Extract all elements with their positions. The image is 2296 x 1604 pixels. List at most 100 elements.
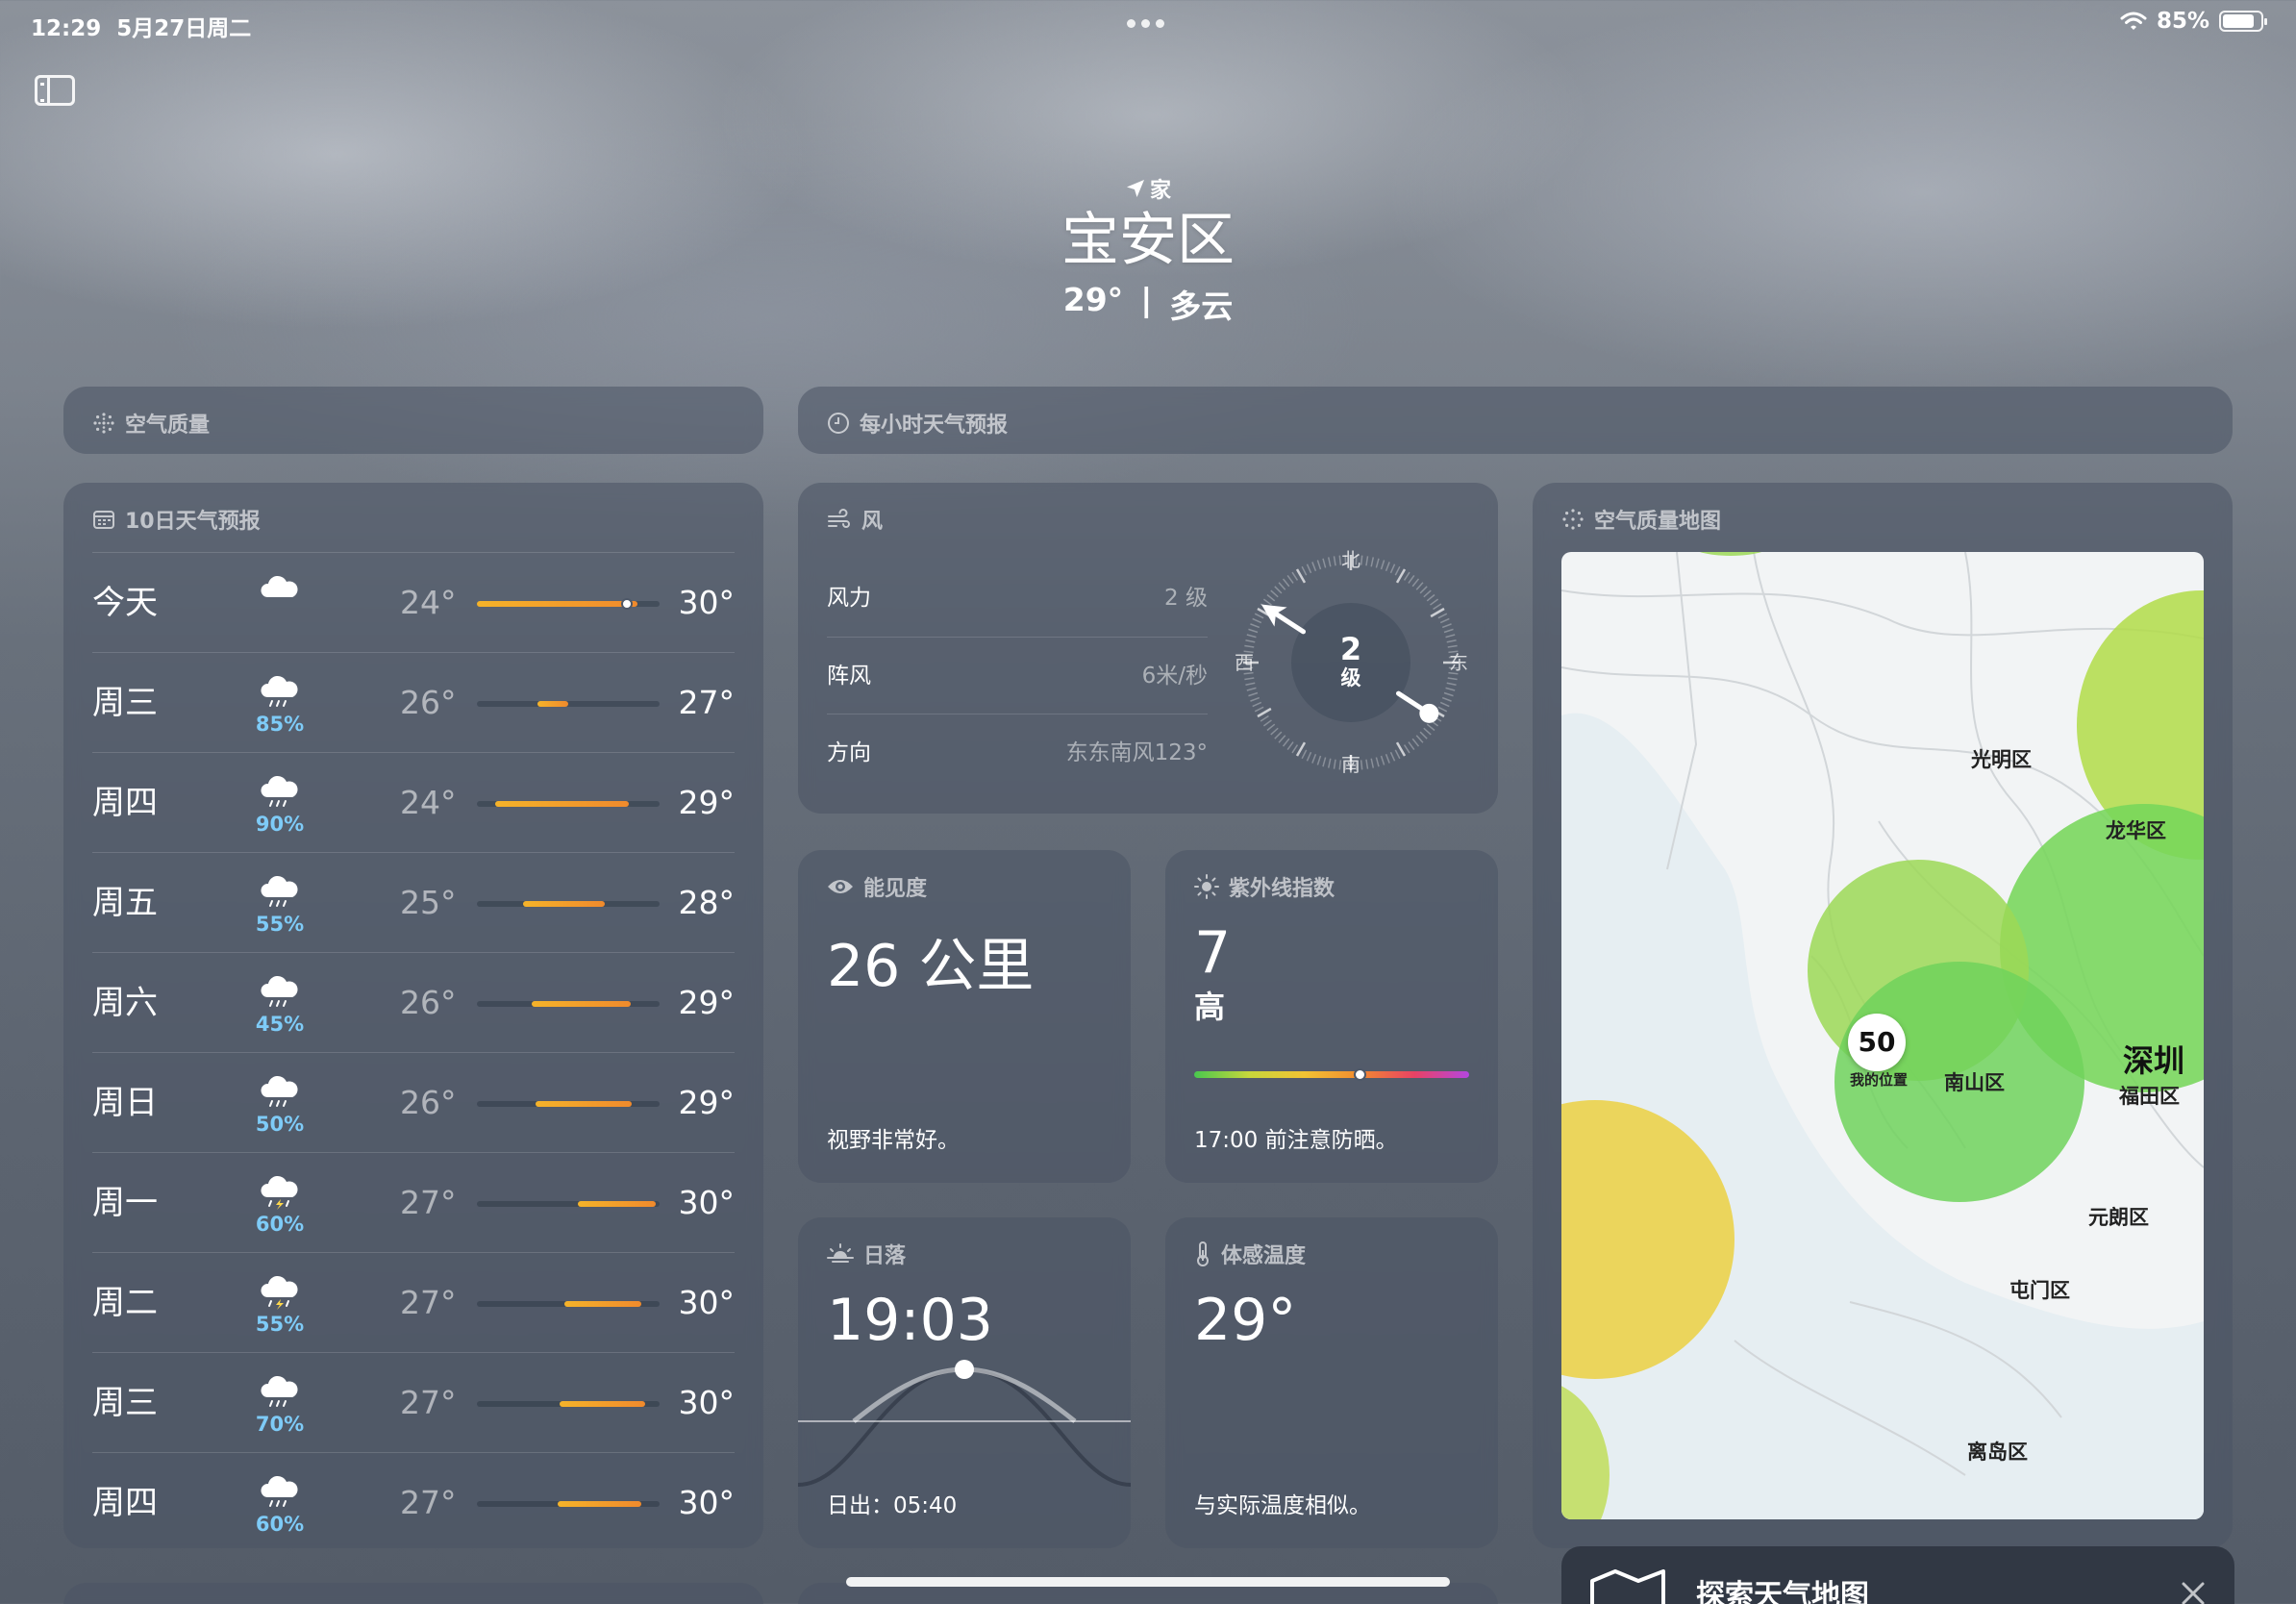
my-location-aqi-marker[interactable]: 50 — [1848, 1014, 1906, 1071]
precipitation-chance: 60% — [255, 1213, 305, 1236]
eye-icon — [828, 880, 853, 893]
day-low-temp: 27° — [400, 1384, 457, 1421]
day-name: 今天 — [92, 584, 158, 622]
current-temp-dot — [620, 598, 633, 610]
day-name: 周六 — [92, 984, 158, 1022]
cloud-rain-icon — [258, 774, 302, 807]
temp-range-bar — [477, 901, 660, 907]
visibility-card[interactable]: 能见度 26 公里 视野非常好。 — [798, 850, 1131, 1183]
ten-day-forecast-card[interactable]: 10日天气预报 今天 24° 30° 周三 85% 26° 27° 周四 90% 24° 29° 周五… — [63, 483, 763, 1548]
sunset-card[interactable]: 日落 19:03 日出：05:40 — [798, 1217, 1131, 1548]
city-name: 宝安区 — [1061, 207, 1235, 274]
day-row[interactable]: 周三 85% 26° 27° — [92, 652, 735, 752]
temp-range-fill — [495, 801, 629, 807]
day-high-temp: 29° — [678, 1084, 736, 1121]
day-high-temp: 30° — [678, 1184, 736, 1221]
temp-range-fill — [522, 901, 605, 907]
temp-range-bar — [477, 1201, 660, 1207]
map-icon — [1590, 1569, 1665, 1604]
sidebar-toggle-button[interactable] — [35, 75, 75, 106]
compass-east: 东 — [1449, 651, 1468, 674]
compass-unit: 级 — [1341, 666, 1361, 689]
hourly-header: 每小时天气预报 — [827, 408, 1008, 439]
sunrise-time: 日出：05:40 — [827, 1493, 958, 1518]
wind-row-direction: 方向 东东南风123° — [827, 714, 1208, 790]
temp-range-fill — [537, 701, 568, 707]
wind-card[interactable]: 风 风力 2 级 阵风 6米/秒 方向 东东南风123° 北 南 东 西 2 级 — [798, 483, 1498, 814]
air-quality-map-icon — [1562, 509, 1584, 530]
precipitation-chance: 70% — [255, 1413, 305, 1436]
air-quality-card[interactable]: 空气质量 — [63, 387, 763, 454]
precipitation-chance: 55% — [255, 1313, 305, 1336]
wind-compass: 北 南 东 西 2 级 — [1235, 548, 1468, 776]
day-row[interactable]: 周一 60% 27° 30° — [92, 1152, 735, 1252]
wind-icon — [828, 509, 850, 528]
wind-force-key: 风力 — [827, 586, 871, 611]
precipitation-chance: 45% — [255, 1013, 305, 1036]
day-row[interactable]: 今天 24° 30° — [92, 552, 735, 652]
hourly-title: 每小时天气预报 — [860, 414, 1009, 438]
sun-position-dot — [955, 1360, 974, 1379]
temp-range-bar — [477, 1401, 660, 1407]
map-label-nanshan: 南山区 — [1944, 1071, 2005, 1094]
day-row[interactable]: 周六 45% 26° 29° — [92, 952, 735, 1052]
current-temp: 29° — [1062, 281, 1124, 318]
day-name: 周一 — [92, 1184, 158, 1222]
wind-header: 风 — [827, 504, 883, 535]
day-low-temp: 24° — [400, 784, 457, 821]
home-indicator[interactable] — [846, 1577, 1450, 1587]
map-label-longhua: 龙华区 — [2106, 819, 2166, 842]
day-high-temp: 27° — [678, 684, 736, 721]
partial-card-left — [63, 1583, 763, 1604]
status-date: 5月27日周二 — [116, 16, 252, 41]
precipitation-chance: 50% — [255, 1113, 305, 1136]
uv-indicator — [1353, 1068, 1366, 1081]
feels-like-card[interactable]: 体感温度 29° 与实际温度相似。 — [1165, 1217, 1498, 1548]
location-label-row: 家 — [0, 173, 2296, 204]
map-label-futian: 福田区 — [2119, 1085, 2180, 1108]
status-time-date: 12:29 5月27日周二 — [31, 10, 251, 42]
temp-range-fill — [535, 1101, 633, 1107]
day-low-temp: 27° — [400, 1284, 457, 1321]
uv-header: 紫外线指数 — [1194, 871, 1335, 902]
battery-percent: 85% — [2156, 9, 2209, 34]
precipitation-chance: 55% — [255, 913, 305, 936]
map-label-islands: 离岛区 — [1967, 1441, 2028, 1464]
day-row[interactable]: 周三 70% 27° 30° — [92, 1352, 735, 1452]
day-row[interactable]: 周二 55% 27° 30° — [92, 1252, 735, 1352]
ten-day-header: 10日天气预报 — [92, 504, 261, 535]
day-row[interactable]: 周四 90% 24° 29° — [92, 752, 735, 852]
cloud-rain-icon — [258, 1074, 302, 1107]
day-name: 周日 — [92, 1084, 158, 1122]
day-row[interactable]: 周日 50% 26° 29° — [92, 1052, 735, 1152]
calendar-icon — [93, 511, 114, 529]
air-quality-icon — [93, 413, 114, 434]
aq-map[interactable]: 光明区 龙华区 南山区 元朗区 屯门区 离岛区 深圳 福田区 50 我的位置 — [1561, 552, 2204, 1519]
cloud-rain-icon — [258, 674, 302, 707]
status-right: 85% — [2120, 9, 2267, 34]
day-row[interactable]: 周四 60% 27° 30° — [92, 1452, 735, 1548]
uv-index-card[interactable]: 紫外线指数 7 高 17:00 前注意防晒。 — [1165, 850, 1498, 1183]
my-location-aqi: 50 — [1858, 1026, 1896, 1058]
compass-north: 北 — [1341, 548, 1360, 571]
current-conditions: 29° | 多云 — [0, 281, 2296, 327]
day-row[interactable]: 周五 55% 25° 28° — [92, 852, 735, 952]
day-high-temp: 30° — [678, 584, 736, 621]
day-low-temp: 25° — [400, 884, 457, 921]
compass-south: 南 — [1341, 753, 1360, 776]
cloud-bolt-rain-icon — [258, 1174, 302, 1210]
explore-weather-map-banner[interactable]: 探索天气地图 — [1561, 1546, 2234, 1604]
aq-map-header: 空气质量地图 — [1561, 504, 1721, 535]
precipitation-chance: 60% — [255, 1513, 305, 1536]
visibility-title: 能见度 — [863, 877, 928, 901]
multitasking-dots[interactable] — [1127, 19, 1164, 28]
wifi-icon — [2120, 12, 2147, 30]
cloud-rain-icon — [258, 874, 302, 907]
hourly-forecast-card[interactable]: 每小时天气预报 — [798, 387, 2233, 454]
close-icon[interactable] — [2181, 1581, 2206, 1604]
location-label: 家 — [1149, 179, 1171, 203]
map-label-tuenmun: 屯门区 — [2009, 1279, 2070, 1302]
air-quality-map-card[interactable]: 空气质量地图 光明区 龙华区 南山区 元朗区 屯门区 离岛区 深圳 福田区 50… — [1533, 483, 2233, 1548]
air-quality-header: 空气质量 — [92, 408, 210, 439]
uv-level: 高 — [1194, 989, 1226, 1025]
